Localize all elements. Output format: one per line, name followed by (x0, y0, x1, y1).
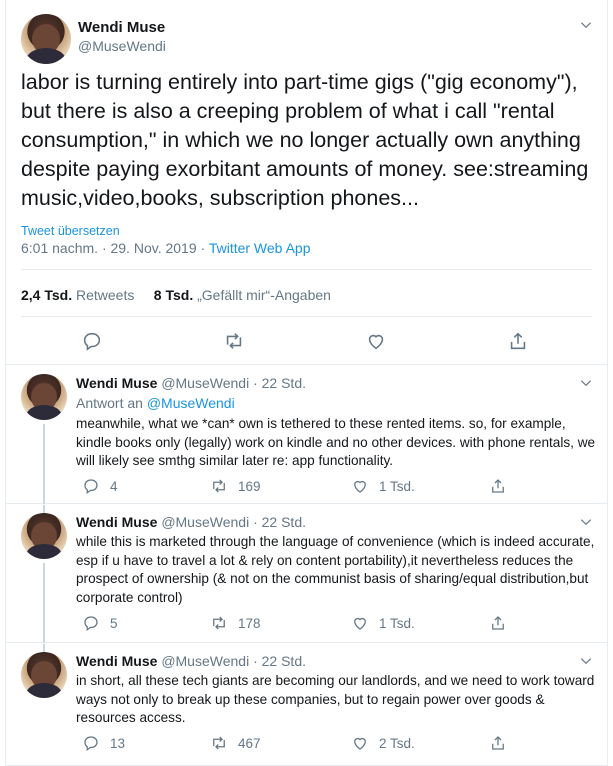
tweet-stats: 2,4 Tsd. Retweets 8 Tsd. „Gefällt mir“-A… (21, 287, 331, 303)
like-button[interactable]: 1 Tsd. (351, 477, 415, 495)
share-icon (492, 479, 504, 493)
share-button[interactable] (489, 734, 507, 752)
retweet-count: 178 (238, 615, 261, 631)
tweet-source[interactable]: Twitter Web App (209, 240, 311, 256)
avatar[interactable] (21, 374, 67, 420)
reply-button[interactable]: 4 (82, 477, 118, 495)
share-icon[interactable] (507, 330, 529, 352)
reply-actions: 5 178 1 Tsd. (76, 614, 576, 634)
author-handle[interactable]: @MuseWendi (78, 38, 166, 54)
heart-icon[interactable] (365, 330, 387, 352)
author-name[interactable]: Wendi Muse (78, 19, 165, 36)
reply-button[interactable]: 5 (82, 614, 118, 632)
avatar[interactable] (21, 14, 71, 64)
reply-icon (84, 736, 98, 752)
chevron-down-icon[interactable] (579, 376, 593, 390)
like-button[interactable]: 1 Tsd. (351, 614, 415, 632)
author-handle[interactable]: @MuseWendi · 22 Std. (161, 375, 306, 391)
heart-icon (354, 617, 366, 630)
reply-count: 4 (110, 478, 118, 494)
reply-icon[interactable] (81, 330, 103, 352)
retweet-icon (213, 616, 225, 630)
tweet-thread: Wendi Muse @MuseWendi labor is turning e… (5, 0, 608, 766)
tweet-meta: 6:01 nachm. · 29. Nov. 2019 · Twitter We… (21, 240, 311, 256)
divider (21, 269, 592, 270)
retweet-count: 467 (238, 735, 261, 751)
reply-actions: 13 467 2 Tsd. (76, 734, 576, 754)
retweet-button[interactable]: 467 (210, 734, 261, 752)
author-name[interactable]: Wendi Muse (76, 653, 157, 669)
tweet-text: in short, all these tech giants are beco… (76, 673, 595, 725)
reply-count: 13 (110, 735, 126, 751)
reply-to-handle[interactable]: @MuseWendi (147, 395, 235, 411)
chevron-down-icon[interactable] (579, 18, 593, 32)
heart-icon (354, 737, 366, 750)
translate-link[interactable]: Tweet übersetzen (21, 224, 120, 238)
reply-tweet[interactable]: Wendi Muse @MuseWendi · 22 Std. in short… (6, 644, 607, 766)
retweet-icon[interactable] (223, 330, 245, 352)
reply-tweet[interactable]: Wendi Muse @MuseWendi · 22 Std. Antwort … (6, 366, 607, 504)
thread-line (43, 505, 45, 513)
reply-header: Wendi Muse @MuseWendi · 22 Std. (76, 514, 306, 530)
tweet-text: labor is turning entirely into part-time… (21, 70, 589, 210)
share-icon (492, 736, 504, 750)
like-count: 2 Tsd. (379, 735, 415, 751)
retweet-icon (213, 736, 225, 750)
reply-icon (84, 479, 98, 495)
avatar[interactable] (21, 652, 67, 698)
reply-header: Wendi Muse @MuseWendi · 22 Std. (76, 653, 306, 669)
reply-button[interactable]: 13 (82, 734, 125, 752)
tweet-text: meanwhile, what we *can* own is tethered… (76, 416, 596, 468)
retweet-button[interactable]: 169 (210, 477, 261, 495)
divider (21, 316, 592, 317)
heart-icon (354, 480, 366, 493)
chevron-down-icon[interactable] (579, 654, 593, 668)
author-handle[interactable]: @MuseWendi · 22 Std. (161, 653, 306, 669)
like-count: 1 Tsd. (379, 615, 415, 631)
tweet-timestamp[interactable]: 6:01 nachm. · 29. Nov. 2019 · (21, 240, 209, 256)
retweet-count: 169 (238, 478, 261, 494)
share-button[interactable] (489, 614, 507, 632)
author-name[interactable]: Wendi Muse (76, 514, 157, 530)
retweet-icon (213, 479, 225, 493)
like-count: 1 Tsd. (379, 478, 415, 494)
author-handle[interactable]: @MuseWendi · 22 Std. (161, 514, 306, 530)
tweet-text: while this is marketed through the langu… (76, 534, 595, 605)
main-tweet-actions (6, 330, 607, 354)
retweets-stat[interactable]: 2,4 Tsd. Retweets (21, 287, 134, 303)
share-button[interactable] (489, 477, 507, 495)
share-icon (492, 616, 504, 630)
reply-icon (84, 616, 98, 632)
thread-line (43, 424, 45, 504)
like-button[interactable]: 2 Tsd. (351, 734, 415, 752)
chevron-down-icon[interactable] (579, 515, 593, 529)
main-tweet: Wendi Muse @MuseWendi labor is turning e… (6, 0, 607, 365)
reply-header: Wendi Muse @MuseWendi · 22 Std. (76, 375, 306, 391)
avatar[interactable] (21, 513, 67, 559)
thread-line (43, 563, 45, 643)
reply-count: 5 (110, 615, 118, 631)
thread-line (43, 644, 45, 652)
author-name[interactable]: Wendi Muse (76, 375, 157, 391)
likes-stat[interactable]: 8 Tsd. „Gefällt mir“-Angaben (154, 287, 331, 303)
reply-to: Antwort an @MuseWendi (76, 395, 235, 411)
retweet-button[interactable]: 178 (210, 614, 261, 632)
reply-actions: 4 169 1 Tsd. (76, 477, 576, 497)
reply-tweet[interactable]: Wendi Muse @MuseWendi · 22 Std. while th… (6, 505, 607, 643)
